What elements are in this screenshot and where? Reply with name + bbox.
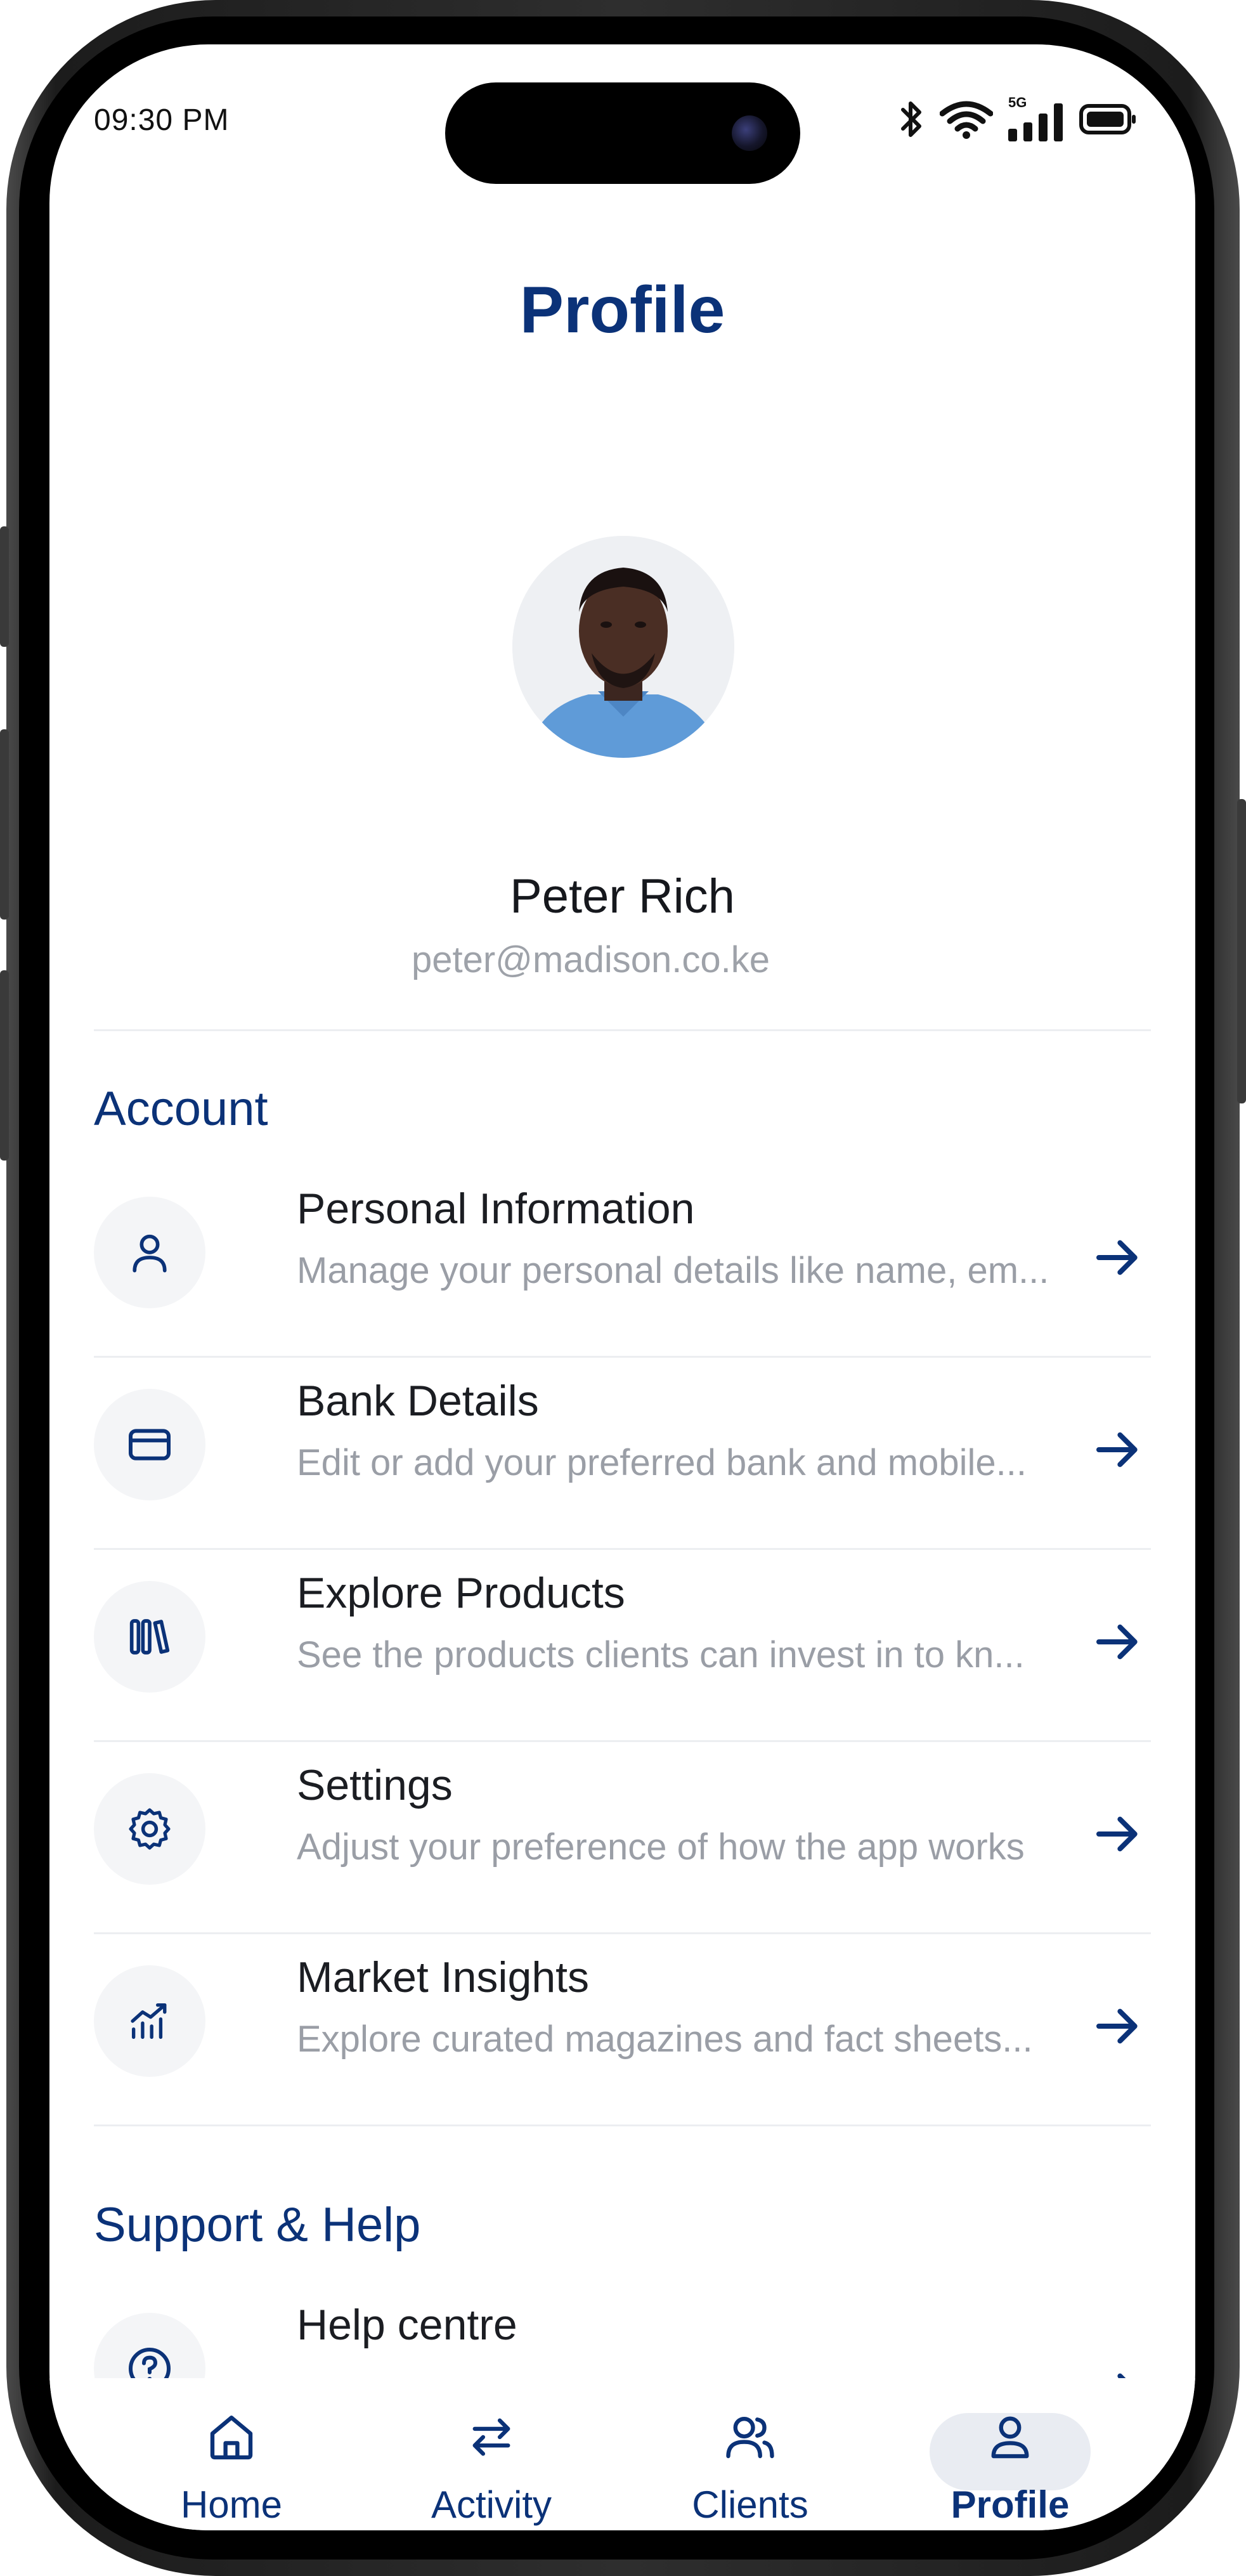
avatar-photo [512, 536, 734, 758]
avatar[interactable] [512, 536, 734, 758]
icon-badge [94, 1197, 205, 1308]
menu-item-subtitle: Adjust your preference of how the app wo… [297, 1826, 1025, 1868]
menu-item-personal-information[interactable]: Personal Information Manage your persona… [94, 1157, 1151, 1349]
power-button [1237, 799, 1246, 1103]
arrow-right-icon[interactable] [1093, 1809, 1143, 1859]
volume-up-button [0, 729, 9, 920]
wifi-icon [940, 101, 993, 139]
volume-down-button [0, 970, 9, 1161]
cellular-icon: 5G [1008, 94, 1064, 141]
user-icon [133, 1234, 167, 1273]
menu-item-subtitle: Edit or add your preferred bank and mobi… [297, 1442, 1027, 1483]
nav-activity[interactable]: Activity [390, 2378, 593, 2530]
arrow-right-icon[interactable] [1093, 2001, 1143, 2052]
profile-email: peter@madison.co.ke [411, 939, 770, 980]
arrow-right-icon[interactable] [1093, 1424, 1143, 1475]
menu-item-market-insights[interactable]: Market Insights Explore curated magazine… [94, 1926, 1151, 2117]
icon-badge [94, 1773, 205, 1885]
nav-label: Home [180, 2483, 283, 2526]
arrow-right-icon[interactable] [1093, 1232, 1143, 1283]
camera-icon [732, 115, 767, 151]
divider [94, 1029, 1151, 1031]
nav-label: Clients [692, 2483, 808, 2526]
bluetooth-icon [901, 101, 921, 137]
section-title-account: Account [94, 1082, 268, 1136]
nav-profile[interactable]: Profile [909, 2378, 1112, 2530]
icon-badge [94, 1389, 205, 1500]
action-button [0, 526, 9, 647]
menu-item-title: Bank Details [297, 1377, 539, 1425]
menu-item-title: Help centre [297, 2301, 517, 2349]
page-title: Profile [519, 273, 725, 347]
status-time: 09:30 PM [94, 103, 230, 137]
home-icon [210, 2416, 253, 2460]
menu-item-subtitle: See the products clients can invest in t… [297, 1634, 1025, 1675]
nav-home[interactable]: Home [130, 2378, 333, 2530]
nav-label: Activity [431, 2483, 552, 2526]
gear-icon [129, 1808, 171, 1850]
menu-item-explore-products[interactable]: Explore Products See the products client… [94, 1542, 1151, 1733]
icon-badge [94, 1581, 205, 1693]
chart-icon [131, 2003, 167, 2039]
profile-icon [991, 2416, 1029, 2459]
menu-item-settings[interactable]: Settings Adjust your preference of how t… [94, 1734, 1151, 1925]
swap-icon [472, 2418, 510, 2456]
nav-label: Profile [951, 2483, 1070, 2526]
menu-item-title: Market Insights [297, 1953, 590, 2001]
menu-item-bank-details[interactable]: Bank Details Edit or add your preferred … [94, 1350, 1151, 1541]
nav-clients[interactable]: Clients [649, 2378, 852, 2530]
screen: 09:30 PM 5G Profile Peter Rich peter@mad… [49, 44, 1195, 2530]
dynamic-island [445, 82, 800, 184]
users-icon [726, 2416, 774, 2459]
icon-badge [94, 1965, 205, 2077]
divider [94, 2124, 1151, 2126]
menu-item-subtitle: Manage your personal details like name, … [297, 1250, 1049, 1291]
menu-item-title: Personal Information [297, 1185, 695, 1233]
menu-item-title: Settings [297, 1761, 453, 1809]
battery-icon [1079, 104, 1136, 134]
card-icon [129, 1429, 171, 1460]
books-icon [129, 1619, 170, 1655]
section-title-support: Support & Help [94, 2198, 421, 2252]
status-icons: 5G [899, 94, 1138, 145]
menu-item-title: Explore Products [297, 1569, 625, 1617]
arrow-right-icon[interactable] [1093, 1617, 1143, 1667]
menu-item-subtitle: Explore curated magazines and fact sheet… [297, 2019, 1033, 2060]
profile-name: Peter Rich [510, 869, 735, 923]
